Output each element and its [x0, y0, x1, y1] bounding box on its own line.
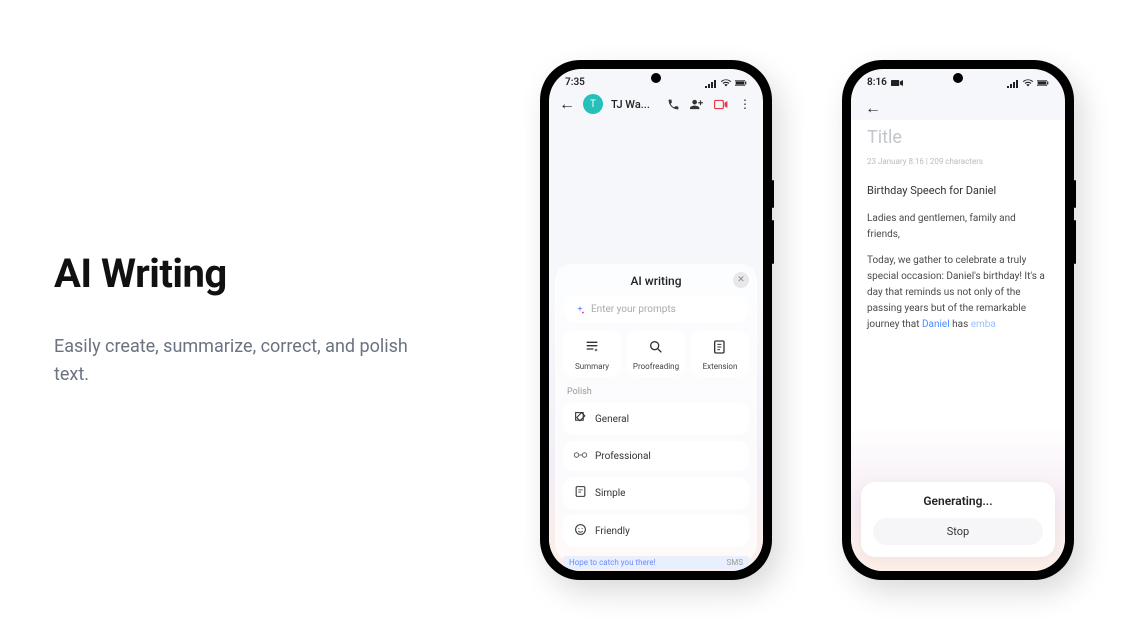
summary-icon [567, 339, 617, 359]
polish-general[interactable]: General [563, 403, 749, 435]
action-label: Extension [695, 362, 745, 371]
generating-panel: Generating... Stop [861, 482, 1055, 557]
proofreading-icon [631, 339, 681, 359]
contact-name[interactable]: TJ Wa... [611, 98, 657, 111]
phone-mockups: 7:35 ← T TJ Wa... [540, 60, 1074, 580]
stop-button[interactable]: Stop [873, 518, 1043, 545]
ai-writing-panel: AI writing ✕ Enter your prompts Summary [555, 264, 757, 561]
prompt-input[interactable]: Enter your prompts [563, 296, 749, 323]
back-icon[interactable]: ← [865, 98, 881, 117]
polish-simple[interactable]: Simple [563, 477, 749, 509]
recording-icon [891, 79, 903, 87]
phone-ai-writing-panel: 7:35 ← T TJ Wa... [540, 60, 772, 580]
polish-friendly[interactable]: Friendly [563, 515, 749, 547]
signal-icon [1007, 78, 1019, 88]
add-contact-icon[interactable] [689, 98, 705, 111]
polish-section-label: Polish [567, 387, 745, 397]
polish-label: Simple [595, 488, 626, 499]
note-meta: 23 January 8:16 | 209 characters [867, 156, 1049, 168]
action-extension[interactable]: Extension [691, 331, 749, 377]
signal-icon [705, 78, 717, 88]
chat-header: ← T TJ Wa... ⋮ [549, 90, 763, 118]
page-subhead: Easily create, summarize, correct, and p… [54, 333, 414, 389]
wifi-icon [720, 78, 732, 88]
ai-panel-title: AI writing [630, 274, 681, 288]
page-heading: AI Writing [54, 250, 494, 297]
document-paragraph: Ladies and gentlemen, family and friends… [867, 211, 1049, 243]
avatar[interactable]: T [583, 94, 603, 114]
battery-icon [1037, 78, 1049, 88]
extension-icon [695, 339, 745, 359]
close-icon[interactable]: ✕ [733, 272, 749, 288]
status-time: 8:16 [867, 77, 887, 88]
more-icon[interactable]: ⋮ [737, 97, 753, 111]
polish-professional[interactable]: Professional [563, 441, 749, 471]
action-proofreading[interactable]: Proofreading [627, 331, 685, 377]
action-label: Proofreading [631, 362, 681, 371]
polish-label: Professional [595, 451, 651, 462]
camera-notch [953, 73, 963, 83]
camera-notch [651, 73, 661, 83]
action-label: Summary [567, 362, 617, 371]
general-icon [573, 411, 587, 427]
document-heading: Birthday Speech for Daniel [867, 182, 1049, 199]
note-title-placeholder[interactable]: Title [867, 124, 1049, 152]
professional-icon [573, 449, 587, 463]
wifi-icon [1022, 78, 1034, 88]
polish-label: Friendly [595, 526, 630, 537]
back-icon[interactable]: ← [559, 94, 575, 114]
call-icon[interactable] [665, 98, 681, 111]
status-time: 7:35 [565, 77, 585, 88]
friendly-icon [573, 523, 587, 539]
video-call-icon[interactable] [713, 99, 729, 110]
sparkle-icon [575, 305, 585, 315]
battery-icon [735, 78, 747, 88]
document-paragraph: Today, we gather to celebrate a truly sp… [867, 253, 1049, 333]
prompt-placeholder: Enter your prompts [591, 304, 676, 315]
simple-icon [573, 485, 587, 501]
action-summary[interactable]: Summary [563, 331, 621, 377]
phone-note-generating: 8:16 ← Title 23 January 8:16 | 209 chara… [842, 60, 1074, 580]
message-snippet: Hope to catch you there! SMS [563, 556, 749, 569]
generating-status: Generating... [873, 494, 1043, 508]
polish-label: General [595, 414, 629, 425]
